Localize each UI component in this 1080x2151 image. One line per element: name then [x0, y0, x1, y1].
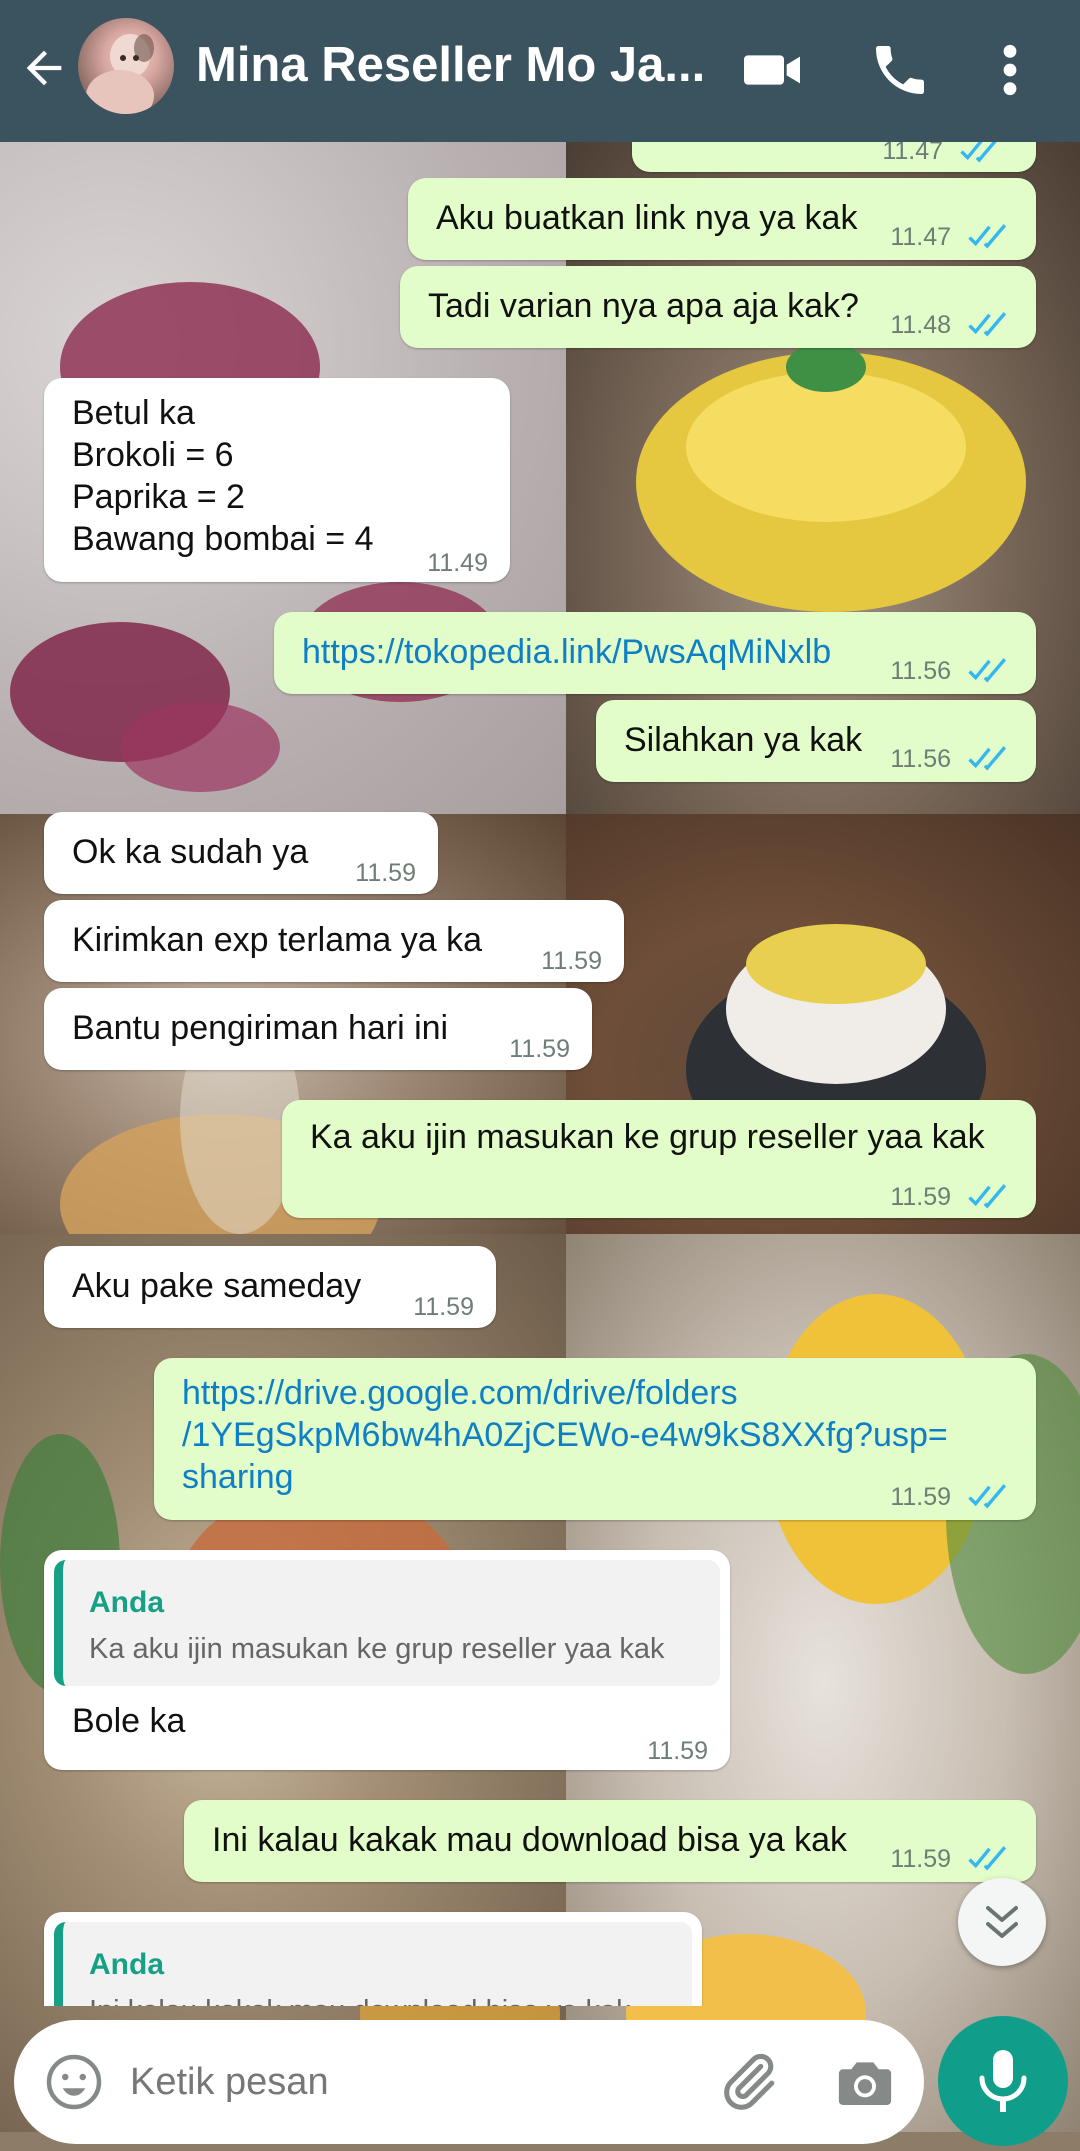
- quoted-message[interactable]: Anda Ka aku ijin masukan ke grup reselle…: [54, 1560, 720, 1686]
- double-check-read-icon: [968, 1184, 1007, 1209]
- quoted-author: Anda: [89, 1586, 164, 1619]
- message-time: 11.59: [541, 947, 602, 975]
- message-incoming-reply[interactable]: Anda Ka aku ijin masukan ke grup reselle…: [44, 1550, 730, 1770]
- message-meta: 11.56: [890, 650, 1014, 692]
- message-outgoing[interactable]: Aku buatkan link nya ya kak 11.47: [408, 178, 1036, 260]
- message-line: Bawang bombai = 4: [72, 520, 374, 558]
- paperclip-icon[interactable]: [714, 2048, 782, 2116]
- camera-icon[interactable]: [832, 2050, 898, 2116]
- message-text: Aku buatkan link nya ya kak: [436, 199, 858, 237]
- message-time: 11.49: [427, 549, 488, 577]
- quoted-author: Anda: [89, 1948, 164, 1981]
- message-composer: Ketik pesan: [14, 2020, 924, 2144]
- message-text: Ok ka sudah ya: [72, 833, 309, 871]
- message-line: Brokoli = 6: [72, 436, 234, 474]
- phone-call-icon[interactable]: [868, 38, 932, 102]
- message-time: 11.59: [413, 1293, 474, 1321]
- message-line: Betul ka: [72, 394, 195, 432]
- double-check-read-icon: [968, 746, 1007, 771]
- message-time: 11.59: [890, 1845, 952, 1873]
- message-text: Kirimkan exp terlama ya ka: [72, 921, 483, 959]
- message-text: Ini kalau kakak mau download bisa ya kak: [212, 1821, 848, 1859]
- quoted-message[interactable]: Anda Ini kalau kakak mau download bisa y…: [54, 1922, 692, 2006]
- more-vertical-icon[interactable]: [986, 38, 1034, 102]
- message-incoming[interactable]: Bantu pengiriman hari ini 11.59: [44, 988, 592, 1070]
- message-outgoing[interactable]: Ini kalau kakak mau download bisa ya kak…: [184, 1800, 1036, 1882]
- message-outgoing[interactable]: Ka aku ijin masukan ke grup reseller yaa…: [282, 1100, 1036, 1218]
- double-check-read-icon: [968, 1484, 1007, 1509]
- double-check-read-icon: [968, 1846, 1007, 1871]
- double-check-read-icon: [968, 658, 1007, 683]
- message-time: 11.59: [647, 1737, 708, 1765]
- message-link-line[interactable]: sharing: [182, 1456, 294, 1498]
- message-text: Bole ka: [72, 1702, 186, 1740]
- message-text: Tadi varian nya apa aja kak?: [428, 287, 859, 325]
- message-link-line[interactable]: https://drive.google.com/drive/folders: [182, 1372, 738, 1414]
- message-meta: 11.56: [890, 738, 1014, 780]
- message-outgoing-link[interactable]: https://drive.google.com/drive/folders /…: [154, 1358, 1036, 1520]
- message-meta: 11.47: [890, 216, 1014, 258]
- message-time: 11.48: [890, 311, 952, 339]
- message-link-line[interactable]: /1YEgSkpM6bw4hA0ZjCEWo-e4w9kS8XXfg?usp=: [182, 1414, 948, 1456]
- message-input[interactable]: Ketik pesan: [130, 2050, 690, 2114]
- quoted-text: Ka aku ijin masukan ke grup reseller yaa…: [89, 1633, 665, 1665]
- message-link[interactable]: https://tokopedia.link/PwsAqMiNxlb: [302, 631, 831, 673]
- double-check-read-icon: [968, 224, 1007, 249]
- message-outgoing[interactable]: Silahkan ya kak 11.56: [596, 700, 1036, 782]
- message-outgoing[interactable]: Tadi varian nya apa aja kak? 11.48: [400, 266, 1036, 348]
- microphone-icon: [979, 2050, 1027, 2112]
- message-meta: 11.59: [890, 1176, 1014, 1218]
- message-outgoing-link[interactable]: https://tokopedia.link/PwsAqMiNxlb 11.56: [274, 612, 1036, 694]
- message-time: 11.59: [890, 1183, 952, 1211]
- chat-header: Mina Reseller Mo Ja...: [0, 0, 1080, 142]
- double-check-read-icon: [968, 312, 1007, 337]
- message-text: Ka aku ijin masukan ke grup reseller yaa…: [310, 1118, 985, 1156]
- emoji-icon[interactable]: [44, 2052, 104, 2112]
- double-chevron-down-icon: [986, 1906, 1018, 1938]
- message-line: Paprika = 2: [72, 478, 245, 516]
- message-incoming[interactable]: Kirimkan exp terlama ya ka 11.59: [44, 900, 624, 982]
- scroll-to-bottom-button[interactable]: [958, 1878, 1046, 1966]
- video-call-icon[interactable]: [740, 38, 804, 102]
- voice-record-button[interactable]: [938, 2016, 1068, 2146]
- message-meta: 11.48: [890, 304, 1014, 346]
- contact-avatar[interactable]: [78, 18, 174, 114]
- message-clip: Anda Ini kalau kakak mau download bisa y…: [0, 1900, 1080, 2006]
- message-time: 11.56: [890, 745, 952, 773]
- message-text: Aku pake sameday: [72, 1267, 362, 1305]
- message-incoming[interactable]: Aku pake sameday 11.59: [44, 1246, 496, 1328]
- message-text: Bantu pengiriman hari ini: [72, 1009, 449, 1047]
- message-incoming-reply[interactable]: Anda Ini kalau kakak mau download bisa y…: [44, 1912, 702, 2006]
- message-meta: 11.59: [890, 1476, 1014, 1518]
- message-time: 11.56: [890, 657, 952, 685]
- message-time: 11.59: [355, 859, 416, 887]
- message-incoming[interactable]: Betul ka Brokoli = 6 Paprika = 2 Bawang …: [44, 378, 510, 582]
- message-time: 11.59: [890, 1483, 952, 1511]
- message-time: 11.47: [890, 223, 952, 251]
- message-text: Silahkan ya kak: [624, 721, 863, 759]
- message-time: 11.59: [509, 1035, 570, 1063]
- contact-name[interactable]: Mina Reseller Mo Ja...: [196, 30, 705, 100]
- message-meta: 11.59: [890, 1838, 1014, 1880]
- message-incoming[interactable]: Ok ka sudah ya 11.59: [44, 812, 438, 894]
- quoted-text: Ini kalau kakak mau download bisa ya kak: [89, 1990, 631, 2006]
- back-arrow-icon[interactable]: [18, 42, 70, 94]
